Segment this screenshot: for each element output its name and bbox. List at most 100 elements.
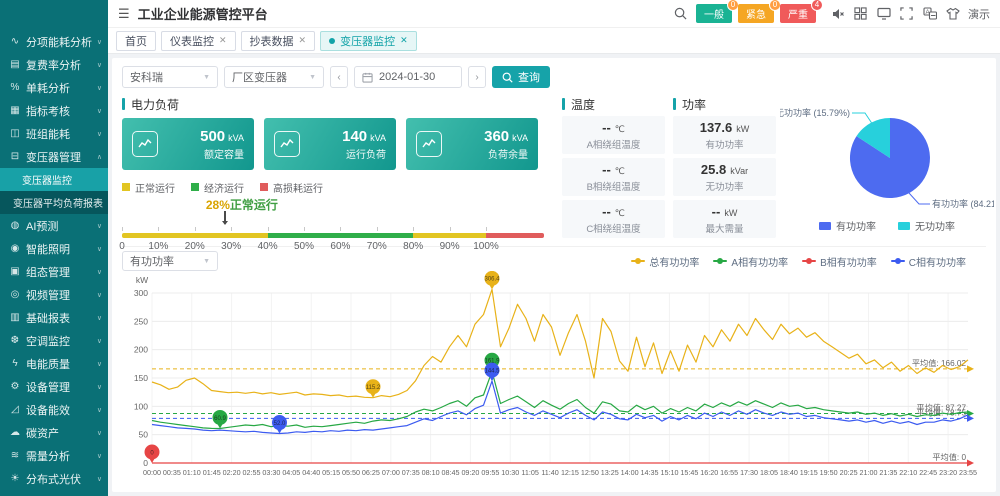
search-button[interactable]: 查询 <box>492 66 550 88</box>
min-marker[interactable]: 115.2 <box>366 379 381 398</box>
sidebar-item-12[interactable]: ϟ电能质量∨ <box>0 352 108 375</box>
sidebar-item-17[interactable]: ☀分布式光伏∨ <box>0 467 108 490</box>
mute-icon[interactable] <box>830 6 845 21</box>
x-tick-label: 02:20 <box>223 468 241 477</box>
sidebar-item-10[interactable]: ▥基础报表∨ <box>0 306 108 329</box>
average-line-arrow-icon <box>967 365 974 372</box>
tab-2[interactable]: 抄表数据✕ <box>241 31 316 51</box>
gauge-bar[interactable] <box>122 233 546 238</box>
gauge-segment-1 <box>268 233 414 238</box>
x-tick-label: 20:25 <box>840 468 858 477</box>
load-card-2[interactable]: 360kVA负荷余量 <box>406 118 538 170</box>
chevron-down-icon: ▼ <box>203 74 210 81</box>
sidebar-subitem-5-0[interactable]: 变压器监控 <box>0 168 108 191</box>
sidebar-item-5[interactable]: ⊟变压器管理∧ <box>0 145 108 168</box>
legend-line-marker <box>631 260 645 262</box>
legend-label: 无功功率 <box>915 218 955 233</box>
sidebar-item-4[interactable]: ◫班组能耗∨ <box>0 122 108 145</box>
pie-legend-item-1[interactable]: 无功功率 <box>898 218 955 233</box>
prev-day-button[interactable]: ‹ <box>330 66 348 88</box>
temperature-panel: 温度 --℃A相绕组温度--℃B相绕组温度--℃C相绕组温度 <box>562 96 665 242</box>
transformer-icon: ⊟ <box>9 151 21 162</box>
legend-label: A相有功功率 <box>731 254 788 269</box>
sidebar-item-label: 分项能耗分析 <box>26 34 92 50</box>
gauge-scale-label: 30% <box>221 241 241 252</box>
line-legend-item-1[interactable]: A相有功功率 <box>713 254 788 269</box>
vendor-select[interactable]: 安科瑞 ▼ <box>122 66 218 88</box>
menu-toggle-icon[interactable]: ☰ <box>118 6 130 22</box>
tab-3[interactable]: 变压器监控✕ <box>320 31 417 51</box>
sidebar-item-2[interactable]: %单耗分析∨ <box>0 76 108 99</box>
chart-icon <box>274 131 300 157</box>
card-label: 运行负荷 <box>308 146 386 161</box>
sidebar-item-13[interactable]: ⚙设备管理∨ <box>0 375 108 398</box>
x-tick-label: 21:00 <box>859 468 877 477</box>
sidebar-item-3[interactable]: ▦指标考核∨ <box>0 99 108 122</box>
alert-badge-1[interactable]: 紧急0 <box>738 4 774 23</box>
sidebar-item-16[interactable]: ≋需量分析∨ <box>0 444 108 467</box>
gauge-scale-label: 90% <box>440 241 460 252</box>
sidebar-item-7[interactable]: ◉智能照明∨ <box>0 237 108 260</box>
tab-0[interactable]: 首页 <box>116 31 156 51</box>
pie-legend-item-0[interactable]: 有功功率 <box>819 218 876 233</box>
pie-chart[interactable]: 无功功率 (15.79%)有功功率 (84.21%) <box>780 96 994 218</box>
power-stat-unit: kW <box>736 124 749 134</box>
sidebar-item-6[interactable]: ◍AI预测∨ <box>0 214 108 237</box>
date-picker[interactable]: 2024-01-30 <box>354 66 462 88</box>
chevron-down-icon: ∨ <box>97 429 102 437</box>
close-icon[interactable]: ✕ <box>400 35 408 46</box>
close-icon[interactable]: ✕ <box>299 35 307 46</box>
sidebar-item-label: 设备能效 <box>26 402 92 418</box>
svg-text:A: A <box>925 10 929 16</box>
gauge-tick <box>377 227 378 231</box>
sidebar-item-label: 智能照明 <box>26 241 92 257</box>
sidebar-item-14[interactable]: ◿设备能效∨ <box>0 398 108 421</box>
gauge-scale-label: 0 <box>119 241 125 252</box>
series-line-0 <box>152 289 968 397</box>
temperature-stat-2: --℃C相绕组温度 <box>562 200 665 238</box>
theme-shirt-icon[interactable] <box>945 6 960 21</box>
close-icon[interactable]: ✕ <box>219 35 227 46</box>
x-tick-label: 04:40 <box>302 468 320 477</box>
sidebar-item-11[interactable]: ❆空调监控∨ <box>0 329 108 352</box>
monitor-icon[interactable] <box>876 6 891 21</box>
legend-label: 高损耗运行 <box>273 180 323 195</box>
translate-icon[interactable]: A <box>922 6 937 21</box>
sidebar-item-8[interactable]: ▣组态管理∨ <box>0 260 108 283</box>
line-chart[interactable]: 050100150200250300kW00:0000:3501:1001:45… <box>122 271 988 489</box>
alert-badge-2[interactable]: 严重4 <box>780 4 816 23</box>
max-marker[interactable]: 306.4 <box>484 271 500 289</box>
pie-slice-label: 有功功率 (84.21%) <box>932 198 994 209</box>
min-marker[interactable]: 60.9 <box>213 410 228 429</box>
load-card-1[interactable]: 140kVA运行负荷 <box>264 118 396 170</box>
average-line-label: 平均值: 166.02 <box>912 358 967 368</box>
demo-link[interactable]: 演示 <box>968 6 990 22</box>
tab-1[interactable]: 仪表监控✕ <box>161 31 236 51</box>
transformer-select[interactable]: 厂区变压器 ▼ <box>224 66 324 88</box>
scada-config-icon: ▣ <box>9 266 21 277</box>
load-card-0[interactable]: 500kVA额定容量 <box>122 118 254 170</box>
sidebar-item-9[interactable]: ◎视频管理∨ <box>0 283 108 306</box>
line-legend-item-0[interactable]: 总有功功率 <box>631 254 699 269</box>
line-legend-item-3[interactable]: C相有功功率 <box>891 254 966 269</box>
line-legend-item-2[interactable]: B相有功功率 <box>802 254 877 269</box>
chevron-down-icon: ∨ <box>97 245 102 253</box>
search-icon[interactable] <box>673 6 688 21</box>
sidebar-item-1[interactable]: ▤复费率分析∨ <box>0 53 108 76</box>
power-stat-value: 25.8kVar <box>701 162 748 177</box>
sidebar-item-0[interactable]: ∿分项能耗分析∨ <box>0 30 108 53</box>
power-load-panel: 电力负荷 500kVA额定容量140kVA运行负荷360kVA负荷余量 正常运行… <box>122 96 554 242</box>
grid-apps-icon[interactable] <box>853 6 868 21</box>
sidebar-item-15[interactable]: ☁碳资产∨ <box>0 421 108 444</box>
min-marker[interactable]: 52.0 <box>272 415 287 434</box>
alert-badges: 一般0 紧急0 严重4 <box>696 4 822 23</box>
metric-select[interactable]: 有功功率 ▼ <box>122 251 218 271</box>
alert-count-badge: 4 <box>811 0 823 11</box>
card-unit: kVA <box>512 133 528 143</box>
sidebar-subitem-5-1[interactable]: 变压器平均负荷报表 <box>0 191 108 214</box>
video-management-icon: ◎ <box>9 289 21 300</box>
fullscreen-icon[interactable] <box>899 6 914 21</box>
next-day-button[interactable]: › <box>468 66 486 88</box>
alert-badge-0[interactable]: 一般0 <box>696 4 732 23</box>
alert-badge-label: 严重 <box>788 10 808 21</box>
